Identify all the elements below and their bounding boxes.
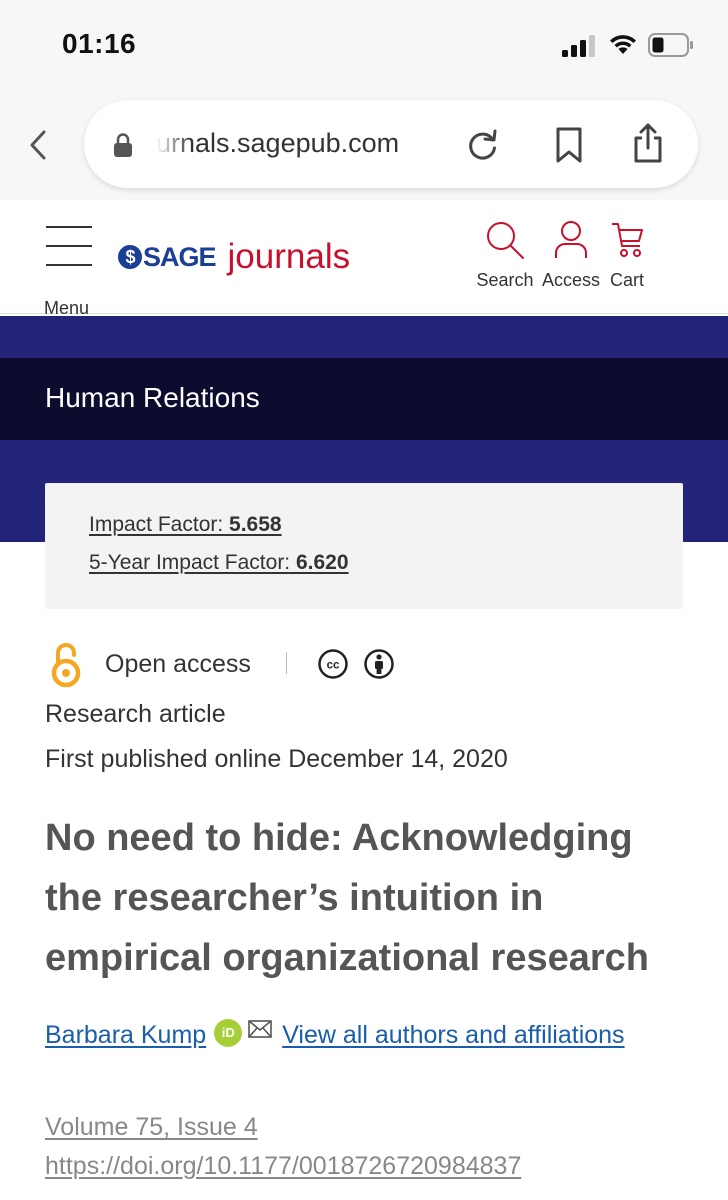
share-icon[interactable] <box>632 122 664 164</box>
back-chevron-icon <box>30 130 46 160</box>
journal-name[interactable]: Human Relations <box>45 382 260 414</box>
open-access-label: Open access <box>105 650 251 678</box>
all-authors-link[interactable]: View all authors and affiliations <box>282 1021 624 1049</box>
bookmark-icon[interactable] <box>554 126 584 164</box>
search-label: Search <box>476 270 534 290</box>
access-label: Access <box>541 270 601 290</box>
authors: Barbara Kump iD View all authors and affil… <box>45 1014 685 1056</box>
impact-factor-link[interactable]: Impact Factor: 5.658 <box>89 513 282 537</box>
orcid-icon[interactable]: iD <box>214 1019 243 1047</box>
open-access-icon <box>51 643 81 688</box>
logo-journals-text: journals <box>227 237 351 276</box>
site-header: Menu $ SAGE journals Search Access Cart <box>0 200 728 318</box>
volume-issue-link[interactable]: Volume 75, Issue 4 <box>45 1113 258 1142</box>
five-year-impact-label: 5-Year Impact Factor: <box>89 551 296 574</box>
author-link[interactable]: Barbara Kump <box>45 1021 206 1049</box>
five-year-impact-value: 6.620 <box>295 551 349 574</box>
cart-button[interactable]: Cart <box>604 220 650 300</box>
menu-button[interactable]: Menu <box>44 222 98 318</box>
search-button[interactable]: Search <box>474 220 536 300</box>
article-title: No need to hide: Acknowledging the resea… <box>45 817 650 979</box>
journal-banner-top <box>0 316 728 358</box>
logo-sage-text: SAGE <box>143 241 217 272</box>
cart-icon <box>612 223 643 257</box>
cart-label: Cart <box>609 270 644 290</box>
sage-journals-logo[interactable]: $ SAGE journals <box>118 232 350 282</box>
url-text: urnals.sagepub.com <box>156 128 400 158</box>
journal-banner: Human Relations <box>0 358 728 440</box>
signal-icon <box>562 35 595 57</box>
attribution-icon[interactable] <box>363 648 395 680</box>
browser-bar: urnals.sagepub.com <box>0 92 728 200</box>
status-time: 01:16 <box>62 28 137 59</box>
impact-factor-box: Impact Factor: 5.658 5-Year Impact Facto… <box>45 483 683 609</box>
access-row: Open access cc <box>45 640 445 690</box>
back-button[interactable] <box>22 128 54 162</box>
svg-text:cc: cc <box>327 660 340 672</box>
search-icon <box>487 222 524 259</box>
five-year-impact-factor-link[interactable]: 5-Year Impact Factor: 6.620 <box>89 551 349 575</box>
status-bar: 01:16 <box>0 0 728 92</box>
impact-factor-label: Impact Factor: <box>89 513 230 536</box>
logo-sage: $ SAGE <box>118 241 217 273</box>
sage-logo-icon: $ <box>118 245 142 269</box>
impact-factor-value: 5.658 <box>229 513 282 536</box>
battery-icon <box>648 33 693 57</box>
wifi-icon <box>610 35 636 54</box>
access-button[interactable]: Access <box>540 220 602 300</box>
publication-date: First published online December 14, 2020 <box>45 745 508 773</box>
doi-link[interactable]: https://doi.org/10.1177/0018726720984837 <box>45 1152 521 1181</box>
lock-icon <box>114 133 132 157</box>
article-type: Research article <box>45 700 226 728</box>
reload-icon[interactable] <box>466 128 500 162</box>
address-bar[interactable]: urnals.sagepub.com <box>84 100 698 188</box>
user-icon <box>555 221 587 258</box>
creative-commons-icon[interactable]: cc <box>317 648 349 680</box>
divider <box>286 652 287 674</box>
mail-icon[interactable] <box>248 1019 273 1039</box>
